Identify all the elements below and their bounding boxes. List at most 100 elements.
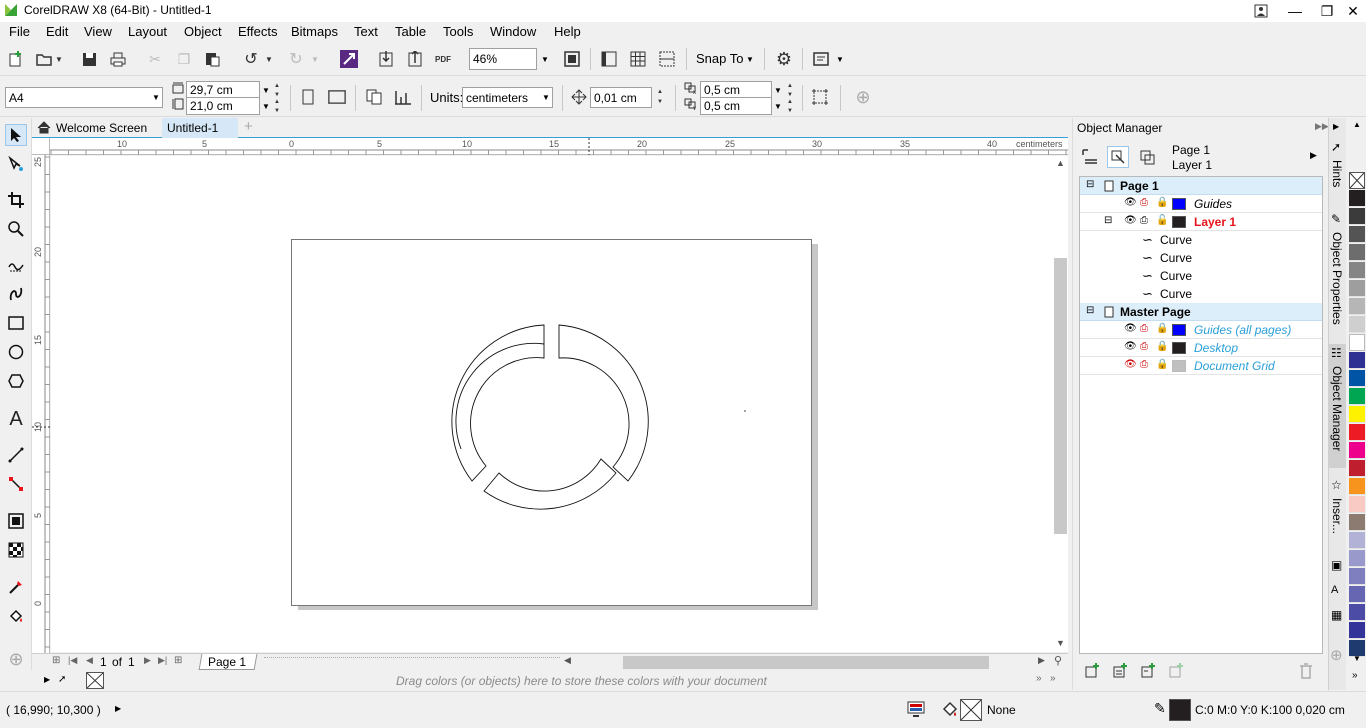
navigator-zoom-icon[interactable]: ⚲ xyxy=(1054,654,1062,667)
tree-object-row[interactable]: ∽ Curve xyxy=(1080,285,1322,303)
printable-icon[interactable]: ⎙ xyxy=(1140,359,1148,370)
visibility-eye-icon[interactable]: 👁 xyxy=(1124,323,1137,334)
lock-icon[interactable]: 🔒 xyxy=(1156,359,1168,370)
minimize-button[interactable]: — xyxy=(1278,0,1312,22)
open-folder-icon[interactable] xyxy=(33,48,55,70)
page-tab[interactable]: Page 1 xyxy=(198,654,258,670)
menu-window[interactable]: Window xyxy=(490,24,536,39)
tree-layer-row[interactable]: ⊟ 👁 ⎙ 🔓 Layer 1 xyxy=(1080,213,1322,231)
launcher-dropdown-icon[interactable]: ▼ xyxy=(833,50,847,68)
drawing-canvas[interactable] xyxy=(51,156,1053,652)
scroll-down-icon[interactable]: ▼ xyxy=(1056,638,1065,648)
nudge-distance-field[interactable]: 0,01 cm xyxy=(590,87,652,108)
palette-color-swatch[interactable] xyxy=(1349,532,1365,549)
document-palette[interactable]: ▶ ➚ Drag colors (or objects) here to sto… xyxy=(32,671,1068,691)
print-icon[interactable] xyxy=(107,48,129,70)
cut-icon[interactable]: ✂ xyxy=(144,48,166,70)
rectangle-tool-icon[interactable] xyxy=(5,312,27,334)
menu-effects[interactable]: Effects xyxy=(238,24,278,39)
palette-color-swatch[interactable] xyxy=(1349,352,1365,369)
printable-icon[interactable]: ⎙ xyxy=(1140,215,1148,226)
layer-color-swatch[interactable] xyxy=(1172,216,1186,228)
page-height-spin-down-icon[interactable]: ▼ xyxy=(271,106,283,115)
palette-color-swatch[interactable] xyxy=(1349,496,1365,513)
palette-color-swatch[interactable] xyxy=(1349,208,1365,225)
transparency-tool-icon[interactable] xyxy=(5,539,27,561)
printable-icon[interactable]: ⎙ xyxy=(1140,197,1148,208)
palette-color-swatch[interactable] xyxy=(1349,514,1365,531)
horizontal-scroll-thumb[interactable] xyxy=(623,656,989,669)
zoom-level-field[interactable]: 46% xyxy=(469,48,537,70)
collapse-icon[interactable]: ⊟ xyxy=(1104,215,1112,226)
visibility-eye-icon[interactable]: 👁 xyxy=(1124,197,1137,208)
polygon-tool-icon[interactable] xyxy=(5,370,27,392)
menu-help[interactable]: Help xyxy=(554,24,581,39)
zoom-dropdown-icon[interactable]: ▼ xyxy=(538,50,552,68)
palette-color-swatch[interactable] xyxy=(1349,334,1365,351)
show-rulers-icon[interactable] xyxy=(598,48,620,70)
palette-color-swatch[interactable] xyxy=(1349,622,1365,639)
new-master-layer-odd-icon[interactable] xyxy=(1137,660,1159,682)
redo-dropdown-icon[interactable]: ▼ xyxy=(309,48,321,70)
eyedropper-tool-icon[interactable] xyxy=(5,576,27,598)
add-page-before-icon[interactable]: ⊞ xyxy=(52,655,60,666)
next-page-icon[interactable]: ▶ xyxy=(144,655,151,666)
collapse-icon[interactable]: ⊟ xyxy=(1086,305,1094,316)
palette-color-swatch[interactable] xyxy=(1349,298,1365,315)
undo-dropdown-icon[interactable]: ▼ xyxy=(263,48,275,70)
menu-tools[interactable]: Tools xyxy=(443,24,473,39)
undo-icon[interactable]: ↺ xyxy=(240,48,262,70)
tab-welcome-screen[interactable]: Welcome Screen xyxy=(32,118,162,138)
add-page-after-icon[interactable]: ⊞ xyxy=(174,655,182,666)
user-account-icon[interactable] xyxy=(1244,0,1278,22)
show-object-properties-icon[interactable] xyxy=(1079,146,1101,168)
object-manager-menu-icon[interactable]: ▶ xyxy=(1310,150,1317,161)
palette-color-swatch[interactable] xyxy=(1349,550,1365,567)
search-content-icon[interactable] xyxy=(338,48,360,70)
palette-expand-icon[interactable]: » xyxy=(1352,670,1358,681)
printable-icon[interactable]: ⎙ xyxy=(1140,341,1148,352)
palette-eyedropper-icon[interactable]: ➚ xyxy=(58,674,66,685)
new-layer-icon[interactable] xyxy=(1081,660,1103,682)
tab-hints[interactable]: Hints xyxy=(1330,160,1344,187)
palette-color-swatch[interactable] xyxy=(1349,478,1365,495)
tree-grid-row[interactable]: 👁 ⎙ 🔒 Document Grid xyxy=(1080,357,1322,375)
full-screen-icon[interactable] xyxy=(561,48,583,70)
show-guidelines-icon[interactable] xyxy=(656,48,678,70)
palette-color-swatch[interactable] xyxy=(1349,280,1365,297)
duplicate-y-spin-up-icon[interactable]: ▲ xyxy=(784,97,796,106)
scroll-up-icon[interactable]: ▲ xyxy=(1056,158,1065,168)
status-info-menu-icon[interactable]: ▶ xyxy=(115,704,121,713)
tree-object-row[interactable]: ∽ Curve xyxy=(1080,231,1322,249)
visibility-eye-icon[interactable]: 👁 xyxy=(1124,215,1137,226)
page-size-dropdown-icon[interactable]: ▼ xyxy=(149,88,163,106)
horizontal-ruler[interactable]: 10 5 0 5 10 15 20 25 30 35 40 centimeter… xyxy=(50,138,1068,155)
palette-color-swatch[interactable] xyxy=(1349,460,1365,477)
layer-manager-view-icon[interactable] xyxy=(1136,146,1158,168)
collapse-icon[interactable]: ⊟ xyxy=(1086,179,1094,190)
text-properties-tab-icon[interactable]: A xyxy=(1331,584,1338,596)
artistic-media-tool-icon[interactable] xyxy=(5,283,27,305)
page-height-spin-up-icon[interactable]: ▲ xyxy=(271,97,283,106)
palette-color-swatch[interactable] xyxy=(1349,442,1365,459)
menu-bitmaps[interactable]: Bitmaps xyxy=(291,24,338,39)
palette-scroll-down-icon[interactable]: ▼ xyxy=(1353,654,1361,663)
color-proof-icon[interactable] xyxy=(907,701,925,720)
duplicate-y-field[interactable]: 0,5 cm xyxy=(700,97,772,115)
new-master-layer-all-icon[interactable] xyxy=(1109,660,1131,682)
palette-color-swatch[interactable] xyxy=(1349,586,1365,603)
tab-untitled-1[interactable]: Untitled-1 xyxy=(162,118,238,138)
add-toolbar-icon[interactable]: ⊕ xyxy=(852,86,874,108)
add-docker-icon[interactable]: ⊕ xyxy=(1330,646,1343,664)
open-dropdown-icon[interactable]: ▼ xyxy=(53,48,65,70)
ellipse-tool-icon[interactable] xyxy=(5,341,27,363)
palette-color-swatch[interactable] xyxy=(1349,424,1365,441)
no-color-swatch[interactable] xyxy=(86,672,104,689)
tree-page-row[interactable]: ⊟ Page 1 xyxy=(1080,177,1322,195)
tab-object-manager[interactable]: Object Manager xyxy=(1330,366,1344,451)
palette-scroll-end-icon[interactable]: » xyxy=(1050,673,1056,684)
menu-file[interactable]: File xyxy=(9,24,30,39)
menu-edit[interactable]: Edit xyxy=(46,24,68,39)
palette-scroll-up-icon[interactable]: ▲ xyxy=(1353,120,1361,129)
page-width-spin-up-icon[interactable]: ▲ xyxy=(271,81,283,90)
